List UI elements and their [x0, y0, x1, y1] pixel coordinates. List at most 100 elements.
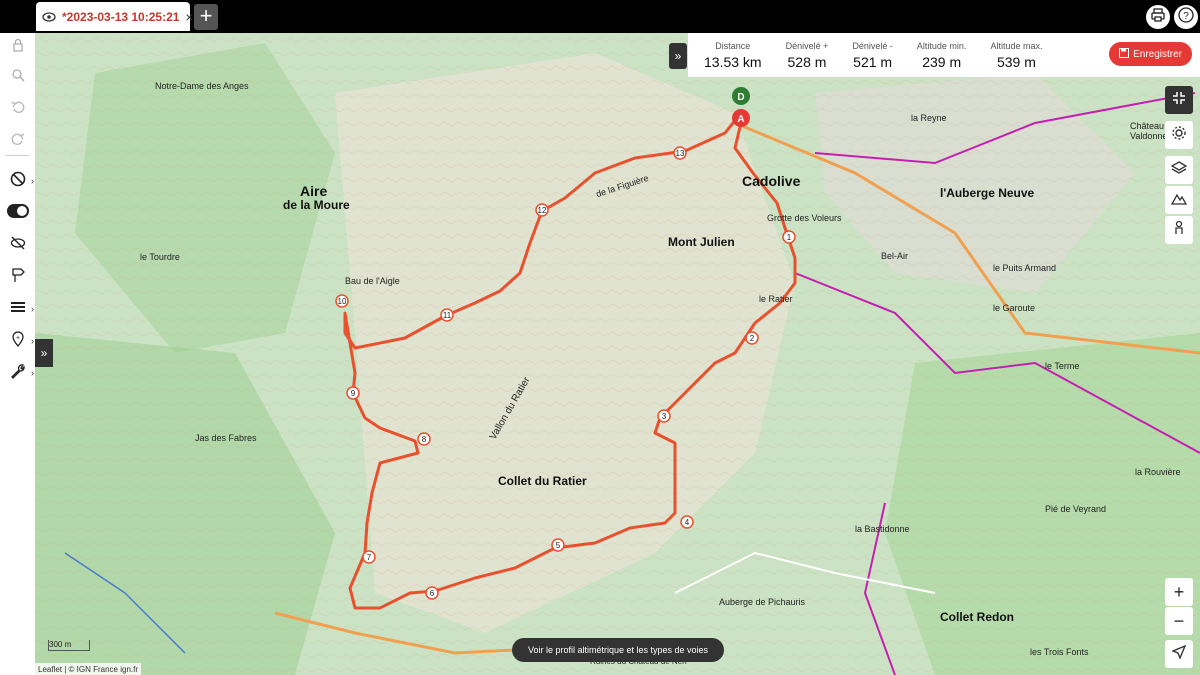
stat-altitude-min: Altitude min. 239 m	[917, 41, 967, 70]
collapse-arrows-icon	[1171, 90, 1187, 111]
place-label: le Terme	[1045, 361, 1080, 371]
elevation-profile-button[interactable]: Voir le profil altimétrique et les types…	[512, 638, 724, 662]
place-label: Bel-Air	[881, 251, 909, 261]
redo-icon	[11, 132, 25, 151]
waypoint-12[interactable]: 12	[535, 203, 549, 217]
place-label: la Bastidonne	[855, 524, 910, 534]
place-label: Bau de l'Aigle	[345, 276, 400, 286]
place-label: Grotte des Voleurs	[767, 213, 842, 223]
stat-label: Altitude min.	[916, 40, 967, 51]
waypoint-7[interactable]: 7	[362, 550, 376, 564]
print-button[interactable]	[1146, 5, 1170, 29]
place-label: Auberge de Pichauris	[719, 597, 806, 607]
signpost-icon	[10, 267, 26, 288]
waypoint-10[interactable]: 10	[335, 294, 349, 308]
zoom-in-button[interactable]: +	[1165, 578, 1193, 606]
waypoint-9[interactable]: 9	[346, 386, 360, 400]
help-button[interactable]: ?	[1174, 5, 1198, 29]
layers-icon	[1170, 160, 1188, 181]
locate-person-button[interactable]	[1165, 216, 1193, 244]
save-icon	[1119, 47, 1130, 61]
place-label: le Puits Armand	[993, 263, 1057, 273]
waypoint-4[interactable]: 4	[680, 515, 694, 529]
waypoint-8[interactable]: 8	[417, 432, 431, 446]
map-view[interactable]: 1 2 3 4 5 6 7 8 9 10 11 12 13 D A Cadoli…	[35, 33, 1200, 675]
relief-button[interactable]	[1165, 186, 1193, 214]
place-label: Mont Julien	[668, 235, 735, 249]
waypoint-6[interactable]: 6	[425, 586, 439, 600]
undo-icon	[11, 100, 25, 119]
save-button[interactable]: Enregistrer	[1109, 42, 1192, 66]
hide-layer-button[interactable]	[0, 231, 35, 259]
mountain-icon	[1170, 190, 1188, 211]
scale-bar: 300 m	[48, 640, 90, 651]
depart-marker[interactable]: D	[732, 87, 750, 105]
no-routing-button[interactable]: ›	[0, 167, 35, 195]
place-label: Pié de Veyrand	[1045, 504, 1107, 514]
pegman-icon	[1171, 220, 1187, 241]
svg-text:13: 13	[676, 149, 685, 158]
settings-button[interactable]	[1165, 121, 1193, 149]
stat-label: Dénivelé -	[852, 40, 893, 51]
zoom-out-button[interactable]: −	[1165, 607, 1193, 635]
direction-button[interactable]	[0, 263, 35, 291]
close-tab-icon[interactable]: ×	[185, 9, 193, 25]
collapse-stats-button[interactable]: »	[669, 43, 687, 69]
new-tab-button[interactable]: +	[194, 4, 218, 30]
stat-label: Altitude max.	[990, 40, 1043, 51]
double-chevron-right-icon: »	[40, 346, 48, 360]
eye-icon[interactable]	[42, 8, 56, 26]
help-icon: ?	[1178, 6, 1194, 28]
svg-text:9: 9	[351, 389, 356, 398]
undo-button[interactable]	[0, 95, 35, 123]
svg-text:A: A	[737, 114, 744, 125]
redo-button[interactable]	[0, 127, 35, 155]
arrivee-marker[interactable]: A	[732, 109, 750, 127]
lock-icon	[11, 38, 25, 57]
wrench-icon	[10, 363, 26, 384]
waypoint-13[interactable]: 13	[673, 146, 687, 160]
svg-text:+: +	[15, 335, 19, 342]
gear-icon	[1171, 125, 1187, 146]
place-label: Cadolive	[742, 173, 801, 189]
place-label: de la Moure	[283, 198, 350, 212]
location-pin-icon: +	[10, 330, 26, 352]
place-label: Collet Redon	[940, 610, 1014, 624]
eye-off-icon	[10, 235, 26, 256]
toolbar-divider	[6, 155, 29, 156]
waypoint-11[interactable]: 11	[440, 308, 454, 322]
svg-text:4: 4	[685, 518, 690, 527]
place-label: Collet du Ratier	[498, 474, 587, 488]
tools-button[interactable]: ›	[0, 359, 35, 387]
expand-panel-button[interactable]: »	[35, 339, 53, 367]
place-label: les Trois Fonts	[1030, 647, 1089, 657]
place-label: le Garoute	[993, 303, 1036, 313]
fullscreen-button[interactable]	[1165, 86, 1193, 114]
waypoint-1[interactable]: 1	[782, 230, 796, 244]
menu-button[interactable]: ›	[0, 295, 35, 323]
chevron-right-icon: ›	[31, 176, 34, 186]
svg-text:8: 8	[422, 435, 427, 444]
layers-button[interactable]	[1165, 156, 1193, 184]
chevron-right-icon: ›	[31, 336, 34, 346]
tab-bar: *2023-03-13 10:25:21 × + ?	[0, 0, 1200, 33]
waypoint-3[interactable]: 3	[657, 409, 671, 423]
stat-value: 539 m	[996, 53, 1036, 70]
file-tab[interactable]: *2023-03-13 10:25:21 ×	[36, 2, 194, 31]
left-toolbar: › › + › ›	[0, 33, 36, 675]
stat-elevation-gain: Dénivelé + 528 m	[786, 41, 829, 70]
menu-icon	[10, 300, 26, 319]
zoom-search-button[interactable]	[0, 63, 35, 91]
map-attribution[interactable]: Leaflet | © IGN France ign.fr	[35, 663, 142, 675]
add-poi-button[interactable]: + ›	[0, 327, 35, 355]
waypoint-5[interactable]: 5	[551, 538, 565, 552]
lock-button[interactable]	[0, 33, 35, 61]
svg-text:12: 12	[538, 206, 547, 215]
geolocate-button[interactable]	[1165, 640, 1193, 668]
stat-altitude-max: Altitude max. 539 m	[990, 41, 1042, 70]
toggle-switch[interactable]	[0, 199, 35, 227]
map-canvas: 1 2 3 4 5 6 7 8 9 10 11 12 13 D A	[35, 33, 1200, 675]
place-label: Notre-Dame des Anges	[155, 81, 249, 91]
toggle-icon	[6, 203, 29, 223]
waypoint-2[interactable]: 2	[745, 331, 759, 345]
